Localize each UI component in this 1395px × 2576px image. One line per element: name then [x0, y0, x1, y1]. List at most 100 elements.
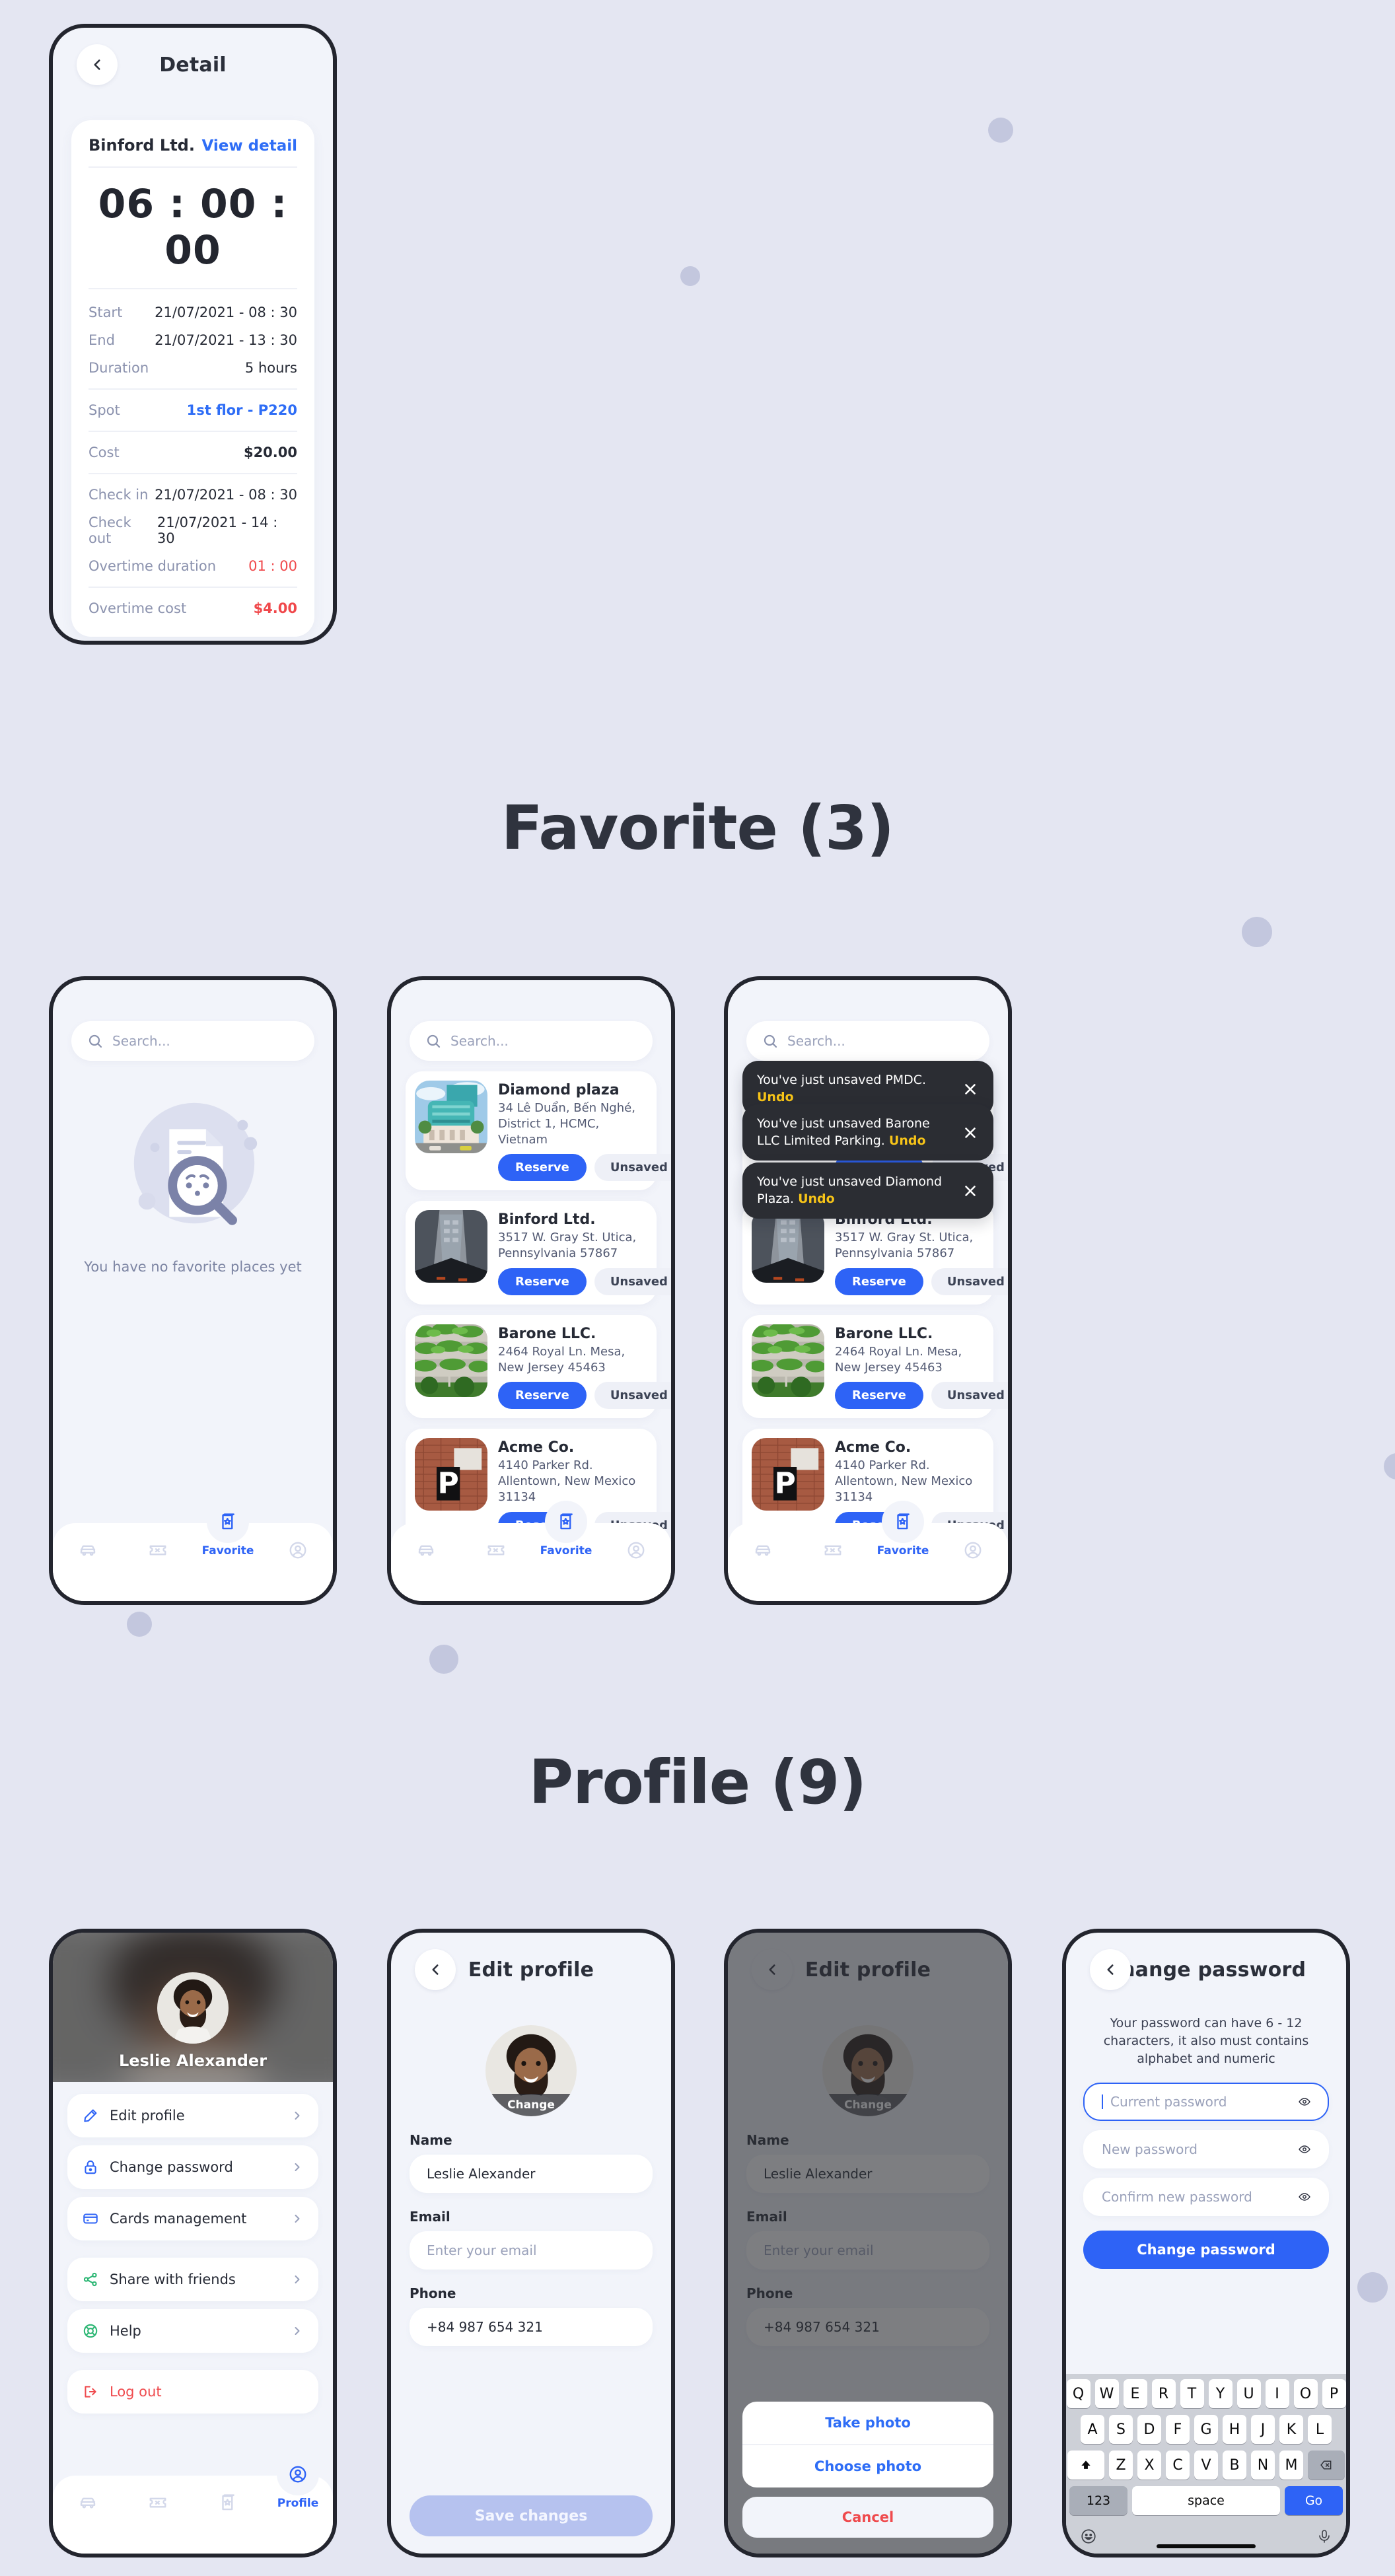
nav-item-ticket[interactable]	[123, 2476, 193, 2513]
search-input[interactable]: Search...	[746, 1021, 989, 1061]
profile-menu-item-change-password[interactable]: Change password	[67, 2145, 318, 2189]
change-password-button[interactable]: Change password	[1083, 2230, 1329, 2269]
take-photo-button[interactable]: Take photo	[742, 2402, 993, 2444]
back-button[interactable]	[1090, 1949, 1131, 1990]
phone-input[interactable]: +84 987 654 321	[410, 2308, 653, 2346]
back-button[interactable]	[415, 1949, 456, 1990]
unsaved-button[interactable]: Unsaved	[594, 1382, 671, 1410]
key-B[interactable]: B	[1223, 2451, 1246, 2480]
name-input[interactable]: Leslie Alexander	[410, 2155, 653, 2193]
unsaved-button[interactable]: Unsaved	[931, 1382, 1008, 1410]
nav-item-ticket[interactable]	[123, 1523, 193, 1560]
shift-key[interactable]	[1067, 2451, 1104, 2480]
key-Y[interactable]: Y	[1208, 2379, 1233, 2408]
unsaved-button[interactable]: Unsaved	[594, 1268, 671, 1295]
key-U[interactable]: U	[1236, 2379, 1261, 2408]
nav-item-ticket[interactable]	[798, 1523, 868, 1560]
key-R[interactable]: R	[1151, 2379, 1176, 2408]
nav-item-car[interactable]	[391, 1523, 461, 1560]
close-icon[interactable]	[962, 1081, 979, 1098]
key-O[interactable]: O	[1293, 2379, 1318, 2408]
nav-item-favorite-book[interactable]: Favorite	[531, 1501, 601, 1557]
reserve-button[interactable]: Reserve	[835, 1382, 923, 1410]
change-photo-label[interactable]: Change	[485, 2094, 577, 2116]
reserve-button[interactable]: Reserve	[835, 1268, 923, 1295]
cancel-button[interactable]: Cancel	[742, 2497, 993, 2538]
password-input-new-password[interactable]: New password	[1083, 2129, 1329, 2168]
key-A[interactable]: A	[1081, 2415, 1104, 2444]
key-F[interactable]: F	[1166, 2415, 1190, 2444]
nav-item-favorite-book[interactable]	[193, 2476, 263, 2513]
nav-item-car[interactable]	[728, 1523, 798, 1560]
key-Z[interactable]: Z	[1109, 2451, 1133, 2480]
key-D[interactable]: D	[1137, 2415, 1161, 2444]
key-T[interactable]: T	[1180, 2379, 1204, 2408]
key-J[interactable]: J	[1251, 2415, 1275, 2444]
undo-link[interactable]: Undo	[798, 1192, 835, 1206]
password-input-confirm-new-password[interactable]: Confirm new password	[1083, 2177, 1329, 2216]
search-input[interactable]: Search...	[71, 1021, 314, 1061]
microphone-icon[interactable]	[1316, 2528, 1332, 2544]
profile-menu-item-share-with-friends[interactable]: Share with friends	[67, 2258, 318, 2301]
nav-item-car[interactable]	[53, 2476, 123, 2513]
nav-item-favorite-book[interactable]: Favorite	[868, 1501, 938, 1557]
key-Q[interactable]: Q	[1066, 2379, 1091, 2408]
nav-item-user[interactable]: Profile	[263, 2453, 333, 2510]
place-card[interactable]: Diamond plaza 34 Lê Duẩn, Bến Nghé, Distr…	[406, 1071, 671, 1191]
go-key[interactable]: Go	[1285, 2486, 1343, 2515]
profile-menu-item-edit-profile[interactable]: Edit profile	[67, 2094, 318, 2137]
key-I[interactable]: I	[1265, 2379, 1289, 2408]
eye-icon[interactable]	[1296, 2095, 1313, 2108]
numbers-key[interactable]: 123	[1069, 2486, 1127, 2515]
key-M[interactable]: M	[1279, 2451, 1303, 2480]
place-card[interactable]: Barone LLC. 2464 Royal Ln. Mesa, New Jers…	[742, 1314, 1008, 1419]
back-button[interactable]	[77, 44, 118, 85]
nav-item-user[interactable]	[263, 1523, 333, 1560]
reserve-button[interactable]: Reserve	[498, 1154, 587, 1182]
key-W[interactable]: W	[1094, 2379, 1119, 2408]
phone-field-group: Phone +84 987 654 321	[391, 2285, 671, 2346]
eye-icon[interactable]	[1296, 2190, 1313, 2203]
nav-item-ticket[interactable]	[461, 1523, 531, 1560]
profile-menu-item-help[interactable]: Help	[67, 2309, 318, 2353]
key-S[interactable]: S	[1109, 2415, 1133, 2444]
backspace-key[interactable]	[1308, 2451, 1345, 2480]
choose-photo-button[interactable]: Choose photo	[742, 2445, 993, 2487]
key-L[interactable]: L	[1308, 2415, 1332, 2444]
key-X[interactable]: X	[1137, 2451, 1161, 2480]
profile-menu-item-cards-management[interactable]: Cards management	[67, 2197, 318, 2240]
undo-link[interactable]: Undo	[757, 1090, 794, 1104]
key-H[interactable]: H	[1223, 2415, 1246, 2444]
unsaved-button[interactable]: Unsaved	[931, 1268, 1008, 1295]
emoji-icon[interactable]	[1080, 2528, 1097, 2545]
nav-item-favorite-book[interactable]: Favorite	[193, 1501, 263, 1557]
password-input-current-password[interactable]: Current password	[1083, 2082, 1329, 2121]
key-P[interactable]: P	[1322, 2379, 1346, 2408]
email-input[interactable]: Enter your email	[410, 2231, 653, 2270]
view-detail-link[interactable]: View detail	[202, 137, 297, 155]
profile-menu-item-log-out[interactable]: Log out	[67, 2370, 318, 2414]
key-V[interactable]: V	[1194, 2451, 1218, 2480]
save-changes-button[interactable]: Save changes	[410, 2495, 653, 2536]
undo-link[interactable]: Undo	[889, 1133, 926, 1148]
eye-icon[interactable]	[1296, 2143, 1313, 2156]
space-key[interactable]: space	[1132, 2486, 1280, 2515]
key-N[interactable]: N	[1251, 2451, 1275, 2480]
nav-item-user[interactable]	[601, 1523, 671, 1560]
place-card[interactable]: Barone LLC. 2464 Royal Ln. Mesa, New Jers…	[406, 1314, 671, 1419]
key-G[interactable]: G	[1194, 2415, 1218, 2444]
unsaved-button[interactable]: Unsaved	[594, 1154, 671, 1182]
nav-item-user[interactable]	[938, 1523, 1008, 1560]
password-placeholder: Confirm new password	[1102, 2188, 1252, 2205]
nav-item-car[interactable]	[53, 1523, 123, 1560]
key-E[interactable]: E	[1123, 2379, 1147, 2408]
key-K[interactable]: K	[1279, 2415, 1303, 2444]
close-icon[interactable]	[962, 1124, 979, 1141]
search-input[interactable]: Search...	[410, 1021, 653, 1061]
reserve-button[interactable]: Reserve	[498, 1382, 587, 1410]
close-icon[interactable]	[962, 1182, 979, 1199]
avatar-changer[interactable]: Change	[391, 2025, 671, 2116]
place-card[interactable]: Binford Ltd. 3517 W. Gray St. Utica, Penn…	[406, 1201, 671, 1305]
reserve-button[interactable]: Reserve	[498, 1268, 587, 1295]
key-C[interactable]: C	[1166, 2451, 1190, 2480]
